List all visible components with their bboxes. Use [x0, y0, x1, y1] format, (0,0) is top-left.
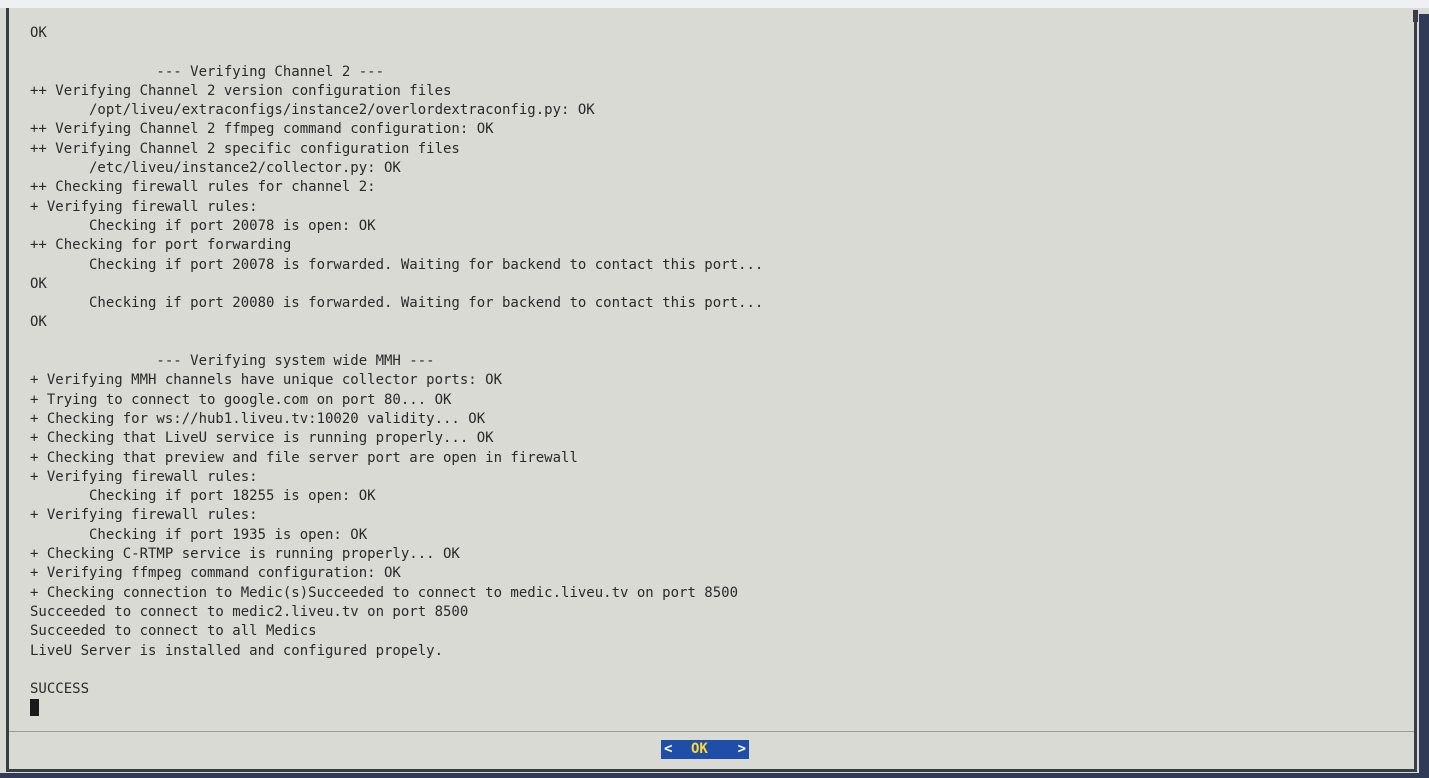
log-line: + Verifying firewall rules:: [30, 198, 258, 215]
log-line: OK: [30, 314, 47, 331]
log-line: + Verifying firewall rules:: [30, 507, 258, 524]
log-line: ++ Verifying Channel 2 ffmpeg command co…: [30, 121, 494, 138]
log-line: Checking if port 20078 is forwarded. Wai…: [30, 256, 764, 273]
dialog-right-border: [1414, 10, 1417, 772]
log-line: SUCCESS: [30, 681, 90, 698]
log-line: + Verifying MMH channels have unique col…: [30, 372, 503, 389]
log-line: + Trying to connect to google.com on por…: [30, 391, 452, 408]
log-line: ++ Verifying Channel 2 version configura…: [30, 82, 452, 99]
log-line: Checking if port 18255 is open: OK: [30, 488, 376, 505]
log-line: + Checking for ws://hub1.liveu.tv:10020 …: [30, 410, 486, 427]
log-line: + Checking that preview and file server …: [30, 449, 578, 466]
log-line: OK: [30, 25, 47, 41]
dialog-bottom-border: [6, 769, 1417, 772]
top-edge: [0, 0, 1429, 8]
verification-log-output: OK --- Verifying Channel 2 --- ++ Verifyi…: [30, 24, 1400, 724]
log-line: Succeeded to connect to all Medics: [30, 623, 317, 640]
log-line: + Checking connection to Medic(s)Succeed…: [30, 584, 739, 601]
log-line: Succeeded to connect to medic2.liveu.tv …: [30, 603, 469, 620]
log-line: ++ Verifying Channel 2 specific configur…: [30, 140, 460, 157]
log-line: ++ Checking firewall rules for channel 2…: [30, 179, 376, 196]
log-line: OK: [30, 275, 47, 292]
log-line: LiveU Server is installed and configured…: [30, 642, 444, 659]
ok-button-label: OK: [691, 741, 708, 757]
log-line: Checking if port 1935 is open: OK: [30, 526, 368, 543]
ok-button[interactable]: < OK >: [661, 740, 749, 759]
dialog-left-border: [6, 8, 9, 770]
log-line: ++ Checking for port forwarding: [30, 237, 292, 254]
button-row-separator: [9, 731, 1414, 732]
dialog-right-shadow: [1419, 14, 1429, 778]
text-cursor: [30, 699, 39, 717]
log-line: /opt/liveu/extraconfigs/instance2/overlo…: [30, 102, 595, 119]
log-line: --- Verifying system wide MMH ---: [30, 353, 435, 370]
scroll-marker: [1413, 10, 1418, 22]
log-line: + Checking that LiveU service is running…: [30, 430, 494, 447]
cursor-line: [30, 699, 1400, 718]
terminal-dialog-window: OK --- Verifying Channel 2 --- ++ Verifyi…: [0, 0, 1429, 778]
log-line: Checking if port 20078 is open: OK: [30, 217, 376, 234]
log-line: + Checking C-RTMP service is running pro…: [30, 546, 460, 563]
log-line: + Verifying ffmpeg command configuration…: [30, 565, 401, 582]
ok-button-left-bracket: <: [664, 741, 673, 757]
log-line: + Verifying firewall rules:: [30, 468, 258, 485]
dialog-bottom-shadow: [0, 773, 1429, 778]
log-line: /etc/liveu/instance2/collector.py: OK: [30, 160, 401, 177]
log-line: --- Verifying Channel 2 ---: [30, 63, 385, 80]
ok-button-right-bracket: >: [737, 741, 746, 757]
log-line: Checking if port 20080 is forwarded. Wai…: [30, 295, 764, 312]
